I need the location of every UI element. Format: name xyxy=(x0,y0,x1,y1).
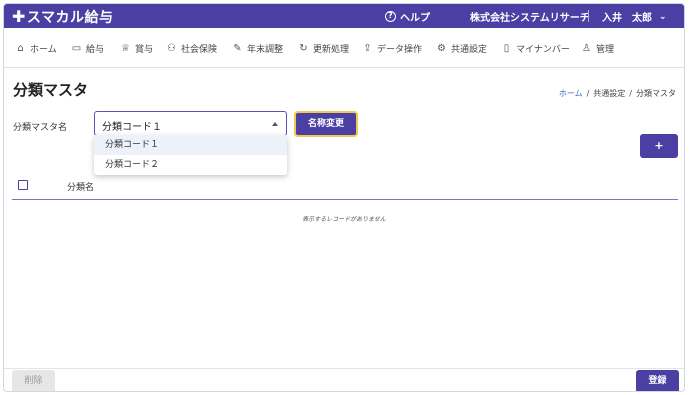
top-header: ✚スマカル給与 ? ヘルプ 株式会社システムリサーチ 入井 太郎 ⌄ xyxy=(4,4,684,28)
upload-icon: ⇪ xyxy=(363,43,372,54)
user-name: 入井 太郎 xyxy=(602,13,652,24)
nav-item-data-ops[interactable]: ⇪ データ操作 xyxy=(362,42,422,55)
footer-divider xyxy=(4,368,684,369)
trophy-icon: ♕ xyxy=(121,43,130,54)
breadcrumb-separator: / xyxy=(629,89,632,98)
help-link[interactable]: ? ヘルプ xyxy=(385,9,430,24)
chevron-down-icon: ⌄ xyxy=(659,11,667,22)
home-icon: ⌂ xyxy=(17,43,24,54)
header-divider xyxy=(588,10,589,22)
nav-label: 更新処理 xyxy=(313,45,350,55)
logo-text: スマカル給与 xyxy=(26,10,114,26)
empty-table-message: 表示するレコードがありません xyxy=(302,216,386,223)
master-name-label: 分類マスタ名 xyxy=(13,123,68,133)
nav-item-salary[interactable]: ▭ 給与 xyxy=(71,42,104,55)
column-header-name: 分類名 xyxy=(67,183,95,193)
nav-label: 共通設定 xyxy=(451,45,488,55)
breadcrumb-home-link[interactable]: ホーム xyxy=(559,89,583,98)
user-menu[interactable]: 入井 太郎 ⌄ xyxy=(602,9,667,25)
company-name: 株式会社システムリサーチ xyxy=(470,13,590,24)
nav-label: マイナンバー xyxy=(516,45,570,55)
breadcrumb-parent: 共通設定 xyxy=(593,89,626,98)
breadcrumb: ホーム / 共通設定 / 分類マスタ xyxy=(559,88,676,99)
nav-label: 年末調整 xyxy=(247,45,284,55)
nav-label: データ操作 xyxy=(377,45,423,55)
add-button[interactable]: + xyxy=(640,134,678,158)
logo-plus-icon: ✚ xyxy=(12,7,26,26)
nav-item-year-end[interactable]: ✎ 年末調整 xyxy=(232,42,283,55)
save-button[interactable]: 登録 xyxy=(636,370,679,391)
people-icon: ⚇ xyxy=(167,43,176,54)
nav-label: 管理 xyxy=(596,45,615,55)
nav-item-home[interactable]: ⌂ ホーム xyxy=(15,42,57,55)
gear-icon: ⚙ xyxy=(437,43,446,54)
nav-label: 賞与 xyxy=(135,45,154,55)
nav-item-common-settings[interactable]: ⚙ 共通設定 xyxy=(436,42,487,55)
rename-button[interactable]: 名称変更 xyxy=(294,111,358,137)
nav-label: 給与 xyxy=(86,45,105,55)
help-label: ヘルプ xyxy=(400,13,430,24)
master-select-dropdown: 分類コード１ 分類コード２ xyxy=(94,135,287,175)
nav-label: ホーム xyxy=(30,45,57,55)
nav-item-admin[interactable]: ♙ 管理 xyxy=(581,42,614,55)
master-select-value: 分類コード１ xyxy=(102,122,162,133)
master-select[interactable]: 分類コード１ xyxy=(94,111,287,136)
id-card-icon: ▯ xyxy=(503,43,510,54)
app-logo[interactable]: ✚スマカル給与 xyxy=(12,7,114,27)
help-icon: ? xyxy=(385,11,396,22)
user-icon: ♙ xyxy=(582,43,591,54)
delete-button[interactable]: 削除 xyxy=(12,370,55,391)
dropdown-option[interactable]: 分類コード１ xyxy=(94,135,287,155)
breadcrumb-separator: / xyxy=(586,89,590,98)
nav-item-social-insurance[interactable]: ⚇ 社会保険 xyxy=(166,42,217,55)
caret-up-icon xyxy=(272,122,278,126)
edit-icon: ✎ xyxy=(233,43,242,54)
refresh-icon: ↻ xyxy=(299,43,308,54)
nav-item-update[interactable]: ↻ 更新処理 xyxy=(298,42,349,55)
page-title: 分類マスタ xyxy=(13,81,89,99)
payslip-icon: ▭ xyxy=(71,43,82,54)
nav-label: 社会保険 xyxy=(181,45,218,55)
app-frame: ✚スマカル給与 ? ヘルプ 株式会社システムリサーチ 入井 太郎 ⌄ ⌂ ホーム… xyxy=(3,3,685,392)
dropdown-option[interactable]: 分類コード２ xyxy=(94,155,287,175)
nav-item-my-number[interactable]: ▯ マイナンバー xyxy=(501,42,570,55)
select-all-checkbox[interactable] xyxy=(18,180,28,190)
main-nav: ⌂ ホーム ▭ 給与 ♕ 賞与 ⚇ 社会保険 ✎ 年末調整 ↻ 更新処理 ⇪ デ… xyxy=(4,28,684,68)
breadcrumb-current: 分類マスタ xyxy=(636,89,676,98)
nav-item-bonus[interactable]: ♕ 賞与 xyxy=(120,42,153,55)
